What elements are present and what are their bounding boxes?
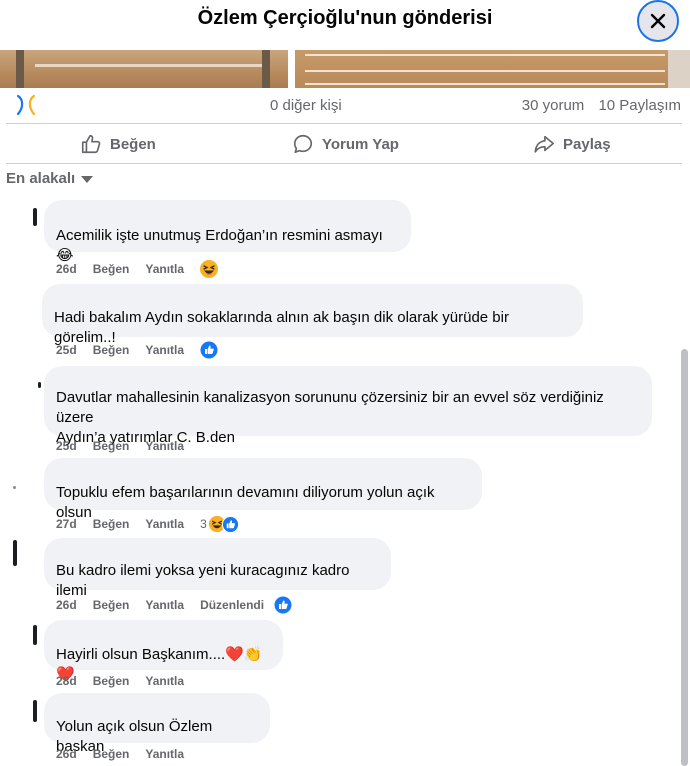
comment-meta: 25d Beğen Yanıtla bbox=[56, 341, 218, 359]
comment-bubble: Hadi bakalım Aydın sokaklarında alnın ak… bbox=[42, 284, 583, 346]
share-button[interactable]: Paylaş bbox=[533, 131, 611, 157]
comment-sort-dropdown[interactable]: En alakalı bbox=[6, 170, 94, 187]
comment-reply-button[interactable]: Yanıtla bbox=[145, 262, 184, 276]
post-photo[interactable] bbox=[0, 50, 690, 88]
reaction-stats: 0 diğer kişi 30 yorum 10 Paylaşım bbox=[0, 88, 690, 124]
thumbs-up-icon bbox=[81, 134, 101, 154]
comment-bubble: Hayirli olsun Başkanım....❤️👏❤️ bbox=[44, 620, 283, 683]
avatar[interactable] bbox=[33, 700, 37, 722]
comment-time[interactable]: 27d bbox=[56, 517, 77, 531]
comment-time[interactable]: 25d bbox=[56, 343, 77, 357]
comment-meta: 26d Beğen Yanıtla Düzenlendi bbox=[56, 596, 292, 614]
avatar[interactable] bbox=[13, 486, 16, 489]
comment-time[interactable]: 26d bbox=[56, 747, 77, 761]
dialog-title: Özlem Çerçioğlu'nun gönderisi bbox=[197, 7, 493, 29]
comment-meta: 27d Beğen Yanıtla 3 bbox=[56, 515, 239, 533]
comment-like-button[interactable]: Beğen bbox=[93, 343, 130, 357]
comment-like-button[interactable]: Beğen bbox=[93, 674, 130, 688]
avatar[interactable] bbox=[13, 540, 17, 566]
comment-bubble: Davutlar mahallesinin kanalizasyon sorun… bbox=[44, 366, 652, 446]
scrollbar-thumb[interactable] bbox=[681, 349, 688, 766]
comment-reply-button[interactable]: Yanıtla bbox=[145, 343, 184, 357]
comment-bubble: Bu kadro ilemi yoksa yeni kuracagınız ka… bbox=[44, 538, 391, 599]
comment-icon bbox=[293, 134, 313, 154]
avatar[interactable] bbox=[38, 382, 41, 388]
close-button[interactable] bbox=[637, 0, 679, 42]
avatar[interactable] bbox=[33, 208, 37, 226]
edited-label[interactable]: Düzenlendi bbox=[200, 598, 264, 612]
comment-button[interactable]: Yorum Yap bbox=[292, 131, 399, 157]
comment-time[interactable]: 26d bbox=[56, 598, 77, 612]
like-reaction-icon[interactable] bbox=[221, 515, 239, 533]
comment-like-button[interactable]: Beğen bbox=[93, 439, 130, 453]
reaction-count[interactable]: 3 bbox=[200, 517, 207, 531]
comment-like-button[interactable]: Beğen bbox=[93, 262, 130, 276]
comment-count[interactable]: 30 yorum bbox=[522, 97, 585, 114]
post-dialog-header: Özlem Çerçioğlu'nun gönderisi bbox=[0, 0, 690, 50]
reactors-text[interactable]: 0 diğer kişi bbox=[270, 97, 342, 114]
comment-meta: 28d Beğen Yanıtla bbox=[56, 674, 200, 688]
comment-text: Bu kadro ilemi yoksa yeni kuracagınız ka… bbox=[56, 562, 350, 599]
caret-down-icon bbox=[81, 176, 94, 183]
share-icon bbox=[534, 135, 554, 153]
like-button[interactable]: Beğen bbox=[80, 131, 156, 157]
comment-time[interactable]: 26d bbox=[56, 262, 77, 276]
comment-reply-button[interactable]: Yanıtla bbox=[145, 674, 184, 688]
comment-label: Yorum Yap bbox=[322, 135, 399, 153]
comment-time[interactable]: 28d bbox=[56, 674, 77, 688]
comment-reply-button[interactable]: Yanıtla bbox=[145, 747, 184, 761]
comment-meta: 25d Beğen Yanıtla bbox=[56, 439, 200, 453]
like-label: Beğen bbox=[110, 135, 156, 153]
comment-reply-button[interactable]: Yanıtla bbox=[145, 439, 184, 453]
comment-like-button[interactable]: Beğen bbox=[93, 598, 130, 612]
comment-reply-button[interactable]: Yanıtla bbox=[145, 598, 184, 612]
share-label: Paylaş bbox=[563, 135, 611, 153]
comment-bubble: Acemilik işte unutmuş Erdoğan’ın resmini… bbox=[44, 200, 411, 264]
comment-reply-button[interactable]: Yanıtla bbox=[145, 517, 184, 531]
comment-bubble: Topuklu efem başarılarının devamını dili… bbox=[44, 458, 482, 521]
comment-meta: 26d Beğen Yanıtla bbox=[56, 747, 200, 761]
close-icon bbox=[650, 13, 666, 29]
comment-like-button[interactable]: Beğen bbox=[93, 517, 130, 531]
sort-label: En alakalı bbox=[6, 170, 76, 187]
haha-reaction-icon[interactable] bbox=[199, 259, 219, 279]
comment-time[interactable]: 25d bbox=[56, 439, 77, 453]
avatar[interactable] bbox=[33, 625, 37, 645]
comment-text: Davutlar mahallesinin kanalizasyon sorun… bbox=[56, 389, 604, 426]
like-reaction-icon[interactable] bbox=[200, 341, 218, 359]
comment-like-button[interactable]: Beğen bbox=[93, 747, 130, 761]
comment-bubble: Yolun açık olsun Özlem baskan bbox=[44, 693, 270, 755]
divider bbox=[6, 163, 682, 164]
post-actions: Beğen Yorum Yap Paylaş bbox=[0, 124, 690, 164]
reaction-icon[interactable] bbox=[14, 93, 38, 117]
share-count[interactable]: 10 Paylaşım bbox=[598, 97, 681, 114]
comment-meta: 26d Beğen Yanıtla bbox=[56, 259, 219, 279]
like-reaction-icon[interactable] bbox=[274, 596, 292, 614]
